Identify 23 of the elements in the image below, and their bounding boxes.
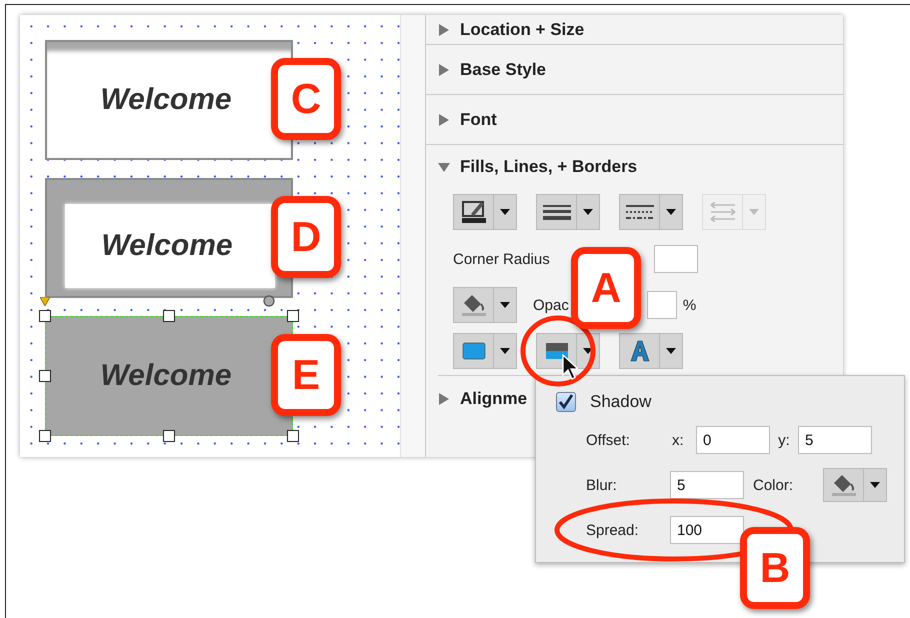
spread-label: Spread: xyxy=(586,522,640,538)
shape-text: Welcome xyxy=(100,83,232,117)
offset-label: Offset: xyxy=(586,432,631,448)
corner-radius-label: Corner Radius xyxy=(453,250,550,268)
color-label: Color: xyxy=(753,476,794,494)
y-label: y: xyxy=(777,432,791,448)
shadow-label: Shadow xyxy=(590,392,652,412)
callout-badge: B xyxy=(740,527,810,609)
x-label: x: xyxy=(672,432,685,448)
section-title: Font xyxy=(460,110,497,130)
section-title: Alignme xyxy=(460,389,528,409)
percent-label: % xyxy=(682,296,696,314)
callout-badge: C xyxy=(271,58,341,140)
callout-badge: E xyxy=(271,334,341,416)
section-title: Base Style xyxy=(460,60,546,80)
opacity-label: Opac xyxy=(533,296,569,314)
section-title: Fills, Lines, + Borders xyxy=(460,157,638,177)
shape-text: Welcome xyxy=(101,229,233,263)
section-title: Location + Size xyxy=(460,20,584,40)
blur-label: Blur: xyxy=(586,476,618,494)
shape-text: Welcome xyxy=(100,359,232,393)
callout-badge: D xyxy=(271,196,341,278)
callout-badge: A xyxy=(571,247,641,329)
